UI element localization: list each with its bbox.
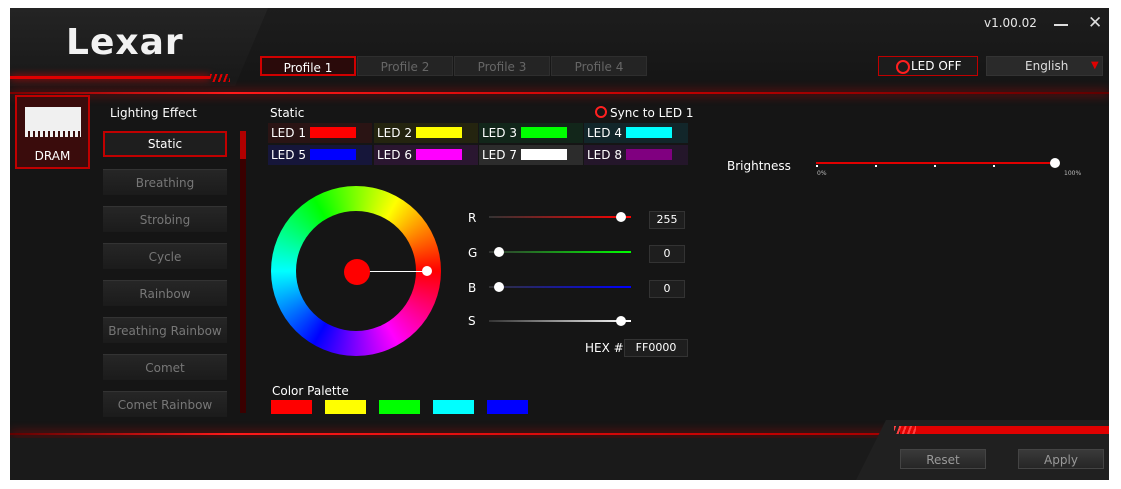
palette-swatch-1[interactable] [271,400,312,414]
effect-breathing-rainbow-button[interactable]: Breathing Rainbow [103,317,227,343]
close-icon[interactable]: ✕ [1088,13,1102,33]
effect-static-button[interactable]: Static [103,131,227,157]
led-label: LED 2 [377,126,412,140]
lexar-logo: Lexar [66,22,184,63]
led-label: LED 6 [377,148,412,162]
effect-rainbow-button[interactable]: Rainbow [103,280,227,306]
radio-ring-icon [595,106,607,118]
effect-breathing-button[interactable]: Breathing [103,169,227,195]
minimize-icon[interactable] [1054,24,1068,26]
led-label: LED 1 [271,126,306,140]
b-value-input[interactable]: 0 [649,280,685,298]
color-palette-title: Color Palette [272,384,349,398]
led-7-selector[interactable]: LED 7 [479,145,583,165]
ram-module-icon [25,107,81,131]
led-label: LED 8 [587,148,622,162]
led-color-swatch [310,127,356,138]
g-value-input[interactable]: 0 [649,245,685,263]
effect-cycle-button[interactable]: Cycle [103,243,227,269]
palette-swatch-5[interactable] [487,400,528,414]
apply-button[interactable]: Apply [1018,449,1104,469]
hex-label: HEX # [585,341,624,355]
tab-profile-4[interactable]: Profile 4 [551,56,647,76]
channel-b-label: B [468,281,477,295]
b-slider-track[interactable] [489,286,631,288]
static-panel-title: Static [270,106,305,120]
b-slider-knob[interactable] [494,282,504,292]
led-label: LED 5 [271,148,306,162]
device-dram-button[interactable]: DRAM [15,95,90,169]
led-4-selector[interactable]: LED 4 [584,123,688,143]
brightness-slider-track[interactable] [816,162,1056,164]
language-value: English [1025,59,1069,73]
led-color-swatch [416,149,462,160]
effect-comet-rainbow-button[interactable]: Comet Rainbow [103,391,227,417]
brightness-label: Brightness [727,159,791,173]
tab-profile-1[interactable]: Profile 1 [260,56,356,76]
effect-comet-button[interactable]: Comet [103,354,227,380]
g-slider-track[interactable] [489,251,631,253]
lighting-effect-title: Lighting Effect [110,106,197,120]
r-slider-knob[interactable] [616,212,626,222]
led-color-swatch [626,149,672,160]
header-divider [10,92,1109,94]
r-value-input[interactable]: 255 [649,211,685,229]
led-2-selector[interactable]: LED 2 [374,123,478,143]
palette-swatch-2[interactable] [325,400,366,414]
led-label: LED 4 [587,126,622,140]
led-color-swatch [416,127,462,138]
hex-input[interactable]: FF0000 [624,339,688,357]
led-color-swatch [521,149,567,160]
r-slider-track[interactable] [489,216,631,218]
palette-swatch-3[interactable] [379,400,420,414]
led-color-swatch [626,127,672,138]
brightness-tick [934,165,936,167]
led-3-selector[interactable]: LED 3 [479,123,583,143]
brightness-tick [816,165,818,167]
led-label: LED 3 [482,126,517,140]
brightness-tick [993,165,995,167]
led-5-selector[interactable]: LED 5 [268,145,372,165]
channel-r-label: R [468,211,477,225]
color-wheel-knob[interactable] [422,266,432,276]
channel-g-label: G [468,246,478,260]
sync-label: Sync to LED 1 [610,106,694,120]
s-slider-knob[interactable] [616,316,626,326]
led-label: LED 7 [482,148,517,162]
tab-profile-2[interactable]: Profile 2 [357,56,453,76]
language-select[interactable]: English ▼ [986,56,1103,76]
channel-s-label: S [468,314,476,328]
sync-to-led1-toggle[interactable]: Sync to LED 1 [595,106,694,120]
power-ring-icon [896,60,910,74]
app-window: Lexar Profile 1 Profile 2 Profile 3 Prof… [10,8,1109,480]
led-off-button[interactable]: LED OFF [878,56,978,76]
led-color-swatch [521,127,567,138]
g-slider-knob[interactable] [494,247,504,257]
effects-scroll-thumb[interactable] [240,131,246,159]
footer-accent-line [900,426,1109,434]
effect-strobing-button[interactable]: Strobing [103,206,227,232]
brightness-min-label: 0% [817,170,827,177]
selected-color-preview [344,259,370,285]
led-color-swatch [310,149,356,160]
brightness-slider-knob[interactable] [1050,158,1060,168]
logo-accent-stripes [210,74,230,82]
s-slider-track[interactable] [489,320,631,322]
led-8-selector[interactable]: LED 8 [584,145,688,165]
chevron-down-icon: ▼ [1091,60,1099,71]
led-off-label: LED OFF [911,59,962,73]
device-label: DRAM [34,149,71,163]
brightness-tick [875,165,877,167]
logo-accent-line [10,76,210,79]
effects-scrollbar[interactable] [240,131,246,413]
version-label: v1.00.02 [984,16,1037,30]
palette-swatch-4[interactable] [433,400,474,414]
ram-module-pins [25,131,81,137]
footer-accent-stripes [894,426,916,434]
led-1-selector[interactable]: LED 1 [268,123,372,143]
reset-button[interactable]: Reset [900,449,986,469]
brightness-max-label: 100% [1064,170,1082,177]
led-6-selector[interactable]: LED 6 [374,145,478,165]
tab-profile-3[interactable]: Profile 3 [454,56,550,76]
